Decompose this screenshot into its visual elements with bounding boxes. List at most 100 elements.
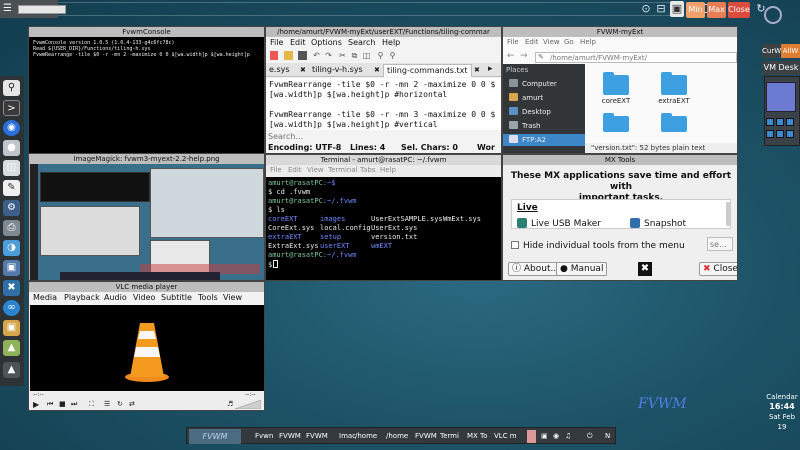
video-area[interactable] [30,305,264,391]
previous-icon[interactable]: ⏮ [47,400,53,409]
imagemagick-window[interactable]: ImageMagick: fvwm3-myext-2.2-help.png [28,153,265,281]
browser-icon[interactable]: ◉ [3,120,20,136]
fullscreen-icon[interactable]: ⛶ [89,400,94,409]
place-ftp[interactable]: FTP:A2 [503,134,585,146]
menu-view[interactable]: View [307,166,324,174]
tabs-scroll-icon[interactable]: ▸ [488,64,493,74]
display-icon[interactable]: ▣ [3,260,20,276]
zoom-icon[interactable]: ⚲ [388,51,397,60]
loop-icon[interactable]: ↻ [117,400,123,408]
vlc-window[interactable]: VLC media player Media Playback Audio Vi… [28,281,265,411]
window-title[interactable]: Terminal - amurt@rasatPC: ~/.fvwm [266,155,501,165]
menu-subtitle[interactable]: Subtitle [161,293,192,302]
volume-icon[interactable]: ♫ [563,430,573,443]
place-computer[interactable]: Computer [509,78,557,90]
fvwmconsole-window[interactable]: FvwmConsole FvwmConsole version 1.0.5 (1… [28,26,265,154]
menu-playback[interactable]: Playback [64,293,100,302]
image-icon[interactable]: ▲ [3,340,20,356]
taskbar-item[interactable]: VLC m [492,430,519,443]
back-icon[interactable]: ← [507,51,515,61]
calendar-clock[interactable]: Calendar 16:44 Sat Feb 19 [764,392,800,432]
mx-search-input[interactable] [707,237,733,251]
target-icon[interactable]: ⊙ [640,3,652,15]
find-icon[interactable]: ⚲ [376,51,385,60]
max-button[interactable]: Max [707,2,726,18]
scrollbar[interactable] [726,202,730,226]
console-output[interactable]: FvwmConsole version 1.0.5 (1.0.4-133-g4c… [29,37,264,61]
menu-file[interactable]: File [270,166,282,174]
lock-icon[interactable]: ▣ [539,430,550,443]
taskbar-item[interactable]: /home [353,430,379,443]
taskbar-item[interactable]: /home [384,430,410,443]
window-title[interactable]: FvwmConsole [29,27,264,37]
menu-edit[interactable]: Edit [288,166,302,174]
close-tab-icon[interactable]: ✖ [374,66,380,74]
allw-button[interactable]: AllW [781,44,800,58]
volume-slider[interactable] [235,400,261,409]
hide-tools-checkbox[interactable]: Hide individual tools from the menu [511,241,685,251]
window-title[interactable]: MX Tools [503,155,737,165]
snapshot-item[interactable]: Snapshot [630,218,686,229]
terminal-output[interactable]: amurt@rasatPC:~$ $ cd .fvwm amurt@rasatP… [266,177,501,280]
menu-audio[interactable]: Audio [104,293,127,302]
sync-icon[interactable]: ∞ [3,300,20,316]
taskbar-item[interactable]: Fvwn [253,430,275,443]
menu-video[interactable]: Video [133,293,155,302]
close-button[interactable]: ✖ Close [699,262,737,276]
new-file-icon[interactable] [270,51,278,60]
copy-icon[interactable]: ⧉ [350,51,359,60]
min-button[interactable]: Min [686,2,705,18]
power-icon[interactable]: ⏻ [585,430,595,443]
editor-text-area[interactable]: FvwmRearrange -tile $0 -r -mn 2 -maximiz… [266,78,501,130]
menu-help[interactable]: Help [580,38,596,46]
tab-sys[interactable]: e.sys [266,64,293,77]
path-field[interactable]: /home/amurt/FVWM-myExt/ [535,52,737,63]
menu-view[interactable]: View [223,293,242,302]
folder-label[interactable]: coreEXT [591,97,641,105]
place-trash[interactable]: Trash [509,120,541,132]
menu-terminal[interactable]: Terminal [328,166,358,174]
mx-tools-window[interactable]: MX Tools These MX applications save time… [502,154,738,281]
paste-icon[interactable]: ◫ [362,51,371,60]
save-icon[interactable] [298,51,307,60]
pager-cell[interactable] [786,118,794,126]
terminal-window[interactable]: Terminal - amurt@rasatPC: ~/.fvwm File E… [265,154,502,281]
folder-icon[interactable] [603,72,629,95]
pager-cell[interactable] [786,130,794,138]
window-title[interactable]: FVWM-myExt [503,27,737,37]
live-usb-maker-item[interactable]: Live USB Maker [517,218,601,229]
pager-cell[interactable] [776,118,784,126]
tab-tiling-v-h[interactable]: tiling-v-h.sys [309,64,366,77]
stop-icon[interactable]: ■ [59,400,66,408]
taskbar-item[interactable]: MX To [465,430,489,443]
menu-edit[interactable]: Edit [525,38,539,46]
folder-icon[interactable] [661,113,687,132]
taskbar-item[interactable]: FVWM [304,430,330,443]
manual-button[interactable]: ● Manual [556,262,608,276]
taskbar-fvwm-logo[interactable]: FVWM [189,429,241,444]
archive-icon[interactable]: ▣ [3,320,20,336]
menu-go[interactable]: Go [564,38,574,46]
network-icon[interactable]: ◉ [551,430,561,443]
menu-file[interactable]: File [507,38,519,46]
file-manager-window[interactable]: FVWM-myExt File Edit View Go Help ← → /h… [502,26,738,154]
redo-icon[interactable]: ↷ [324,51,333,60]
next-icon[interactable]: ⏭ [71,400,77,409]
window-title[interactable]: VLC media player [29,282,264,292]
mx-tool-list[interactable]: Live Live USB Maker Snapshot [511,199,731,229]
folder-icon[interactable] [603,113,629,132]
taskbar-item[interactable]: FVWM [277,430,303,443]
tab-tiling-commands[interactable]: tiling-commands.txt [383,64,472,77]
undo-icon[interactable]: ↶ [312,51,321,60]
settings-icon[interactable]: ▲ [3,362,20,378]
close-button[interactable]: Close [728,2,750,18]
taskbar-item[interactable]: Termi [438,430,461,443]
terminal-input-line[interactable]: $ [268,260,501,269]
menu-view[interactable]: View [543,38,560,46]
place-home[interactable]: amurt [509,92,543,104]
playlist-icon[interactable]: ☰ [104,400,110,408]
notification-icon[interactable]: N [603,430,612,443]
pencil-icon[interactable]: ✎ [538,53,544,61]
volume-icon[interactable]: ♬ [227,400,233,408]
menu-file[interactable]: File [270,38,283,47]
